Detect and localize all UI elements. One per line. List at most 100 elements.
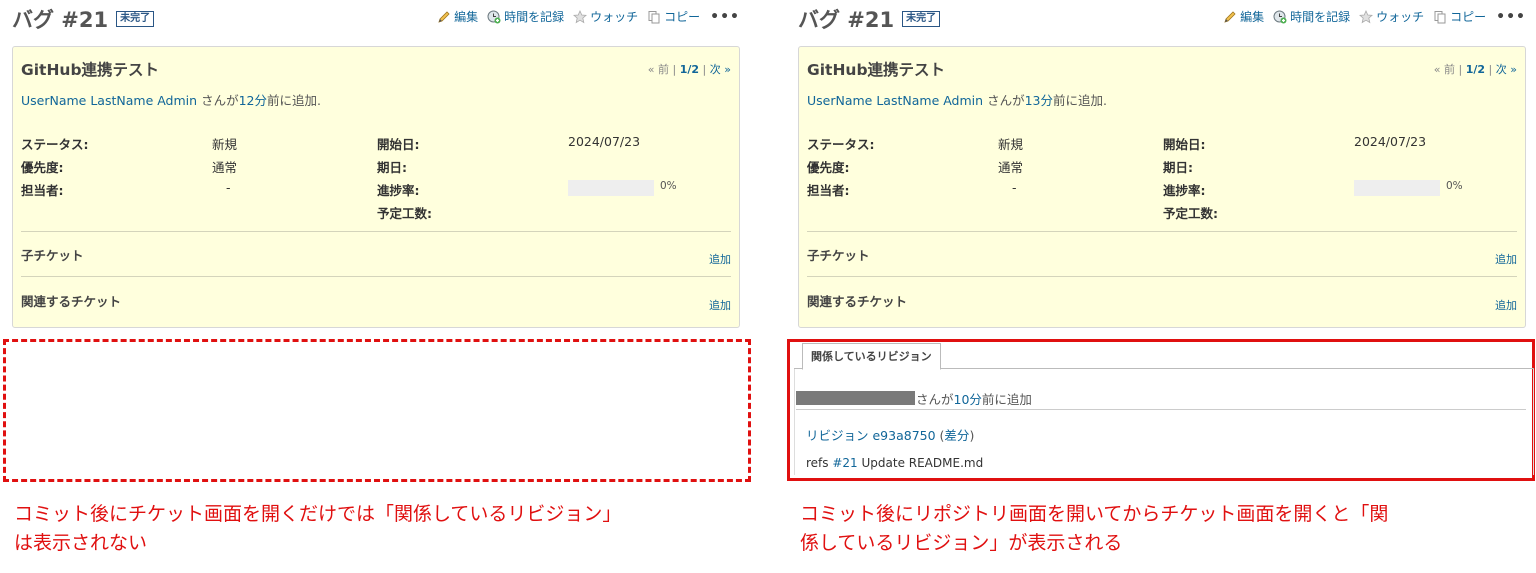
issue-details: GitHub連携テスト « 前 | 1/2 | 次 » UserName Las… <box>12 46 740 328</box>
prev-next-nav: « 前 | 1/2 | 次 » <box>1434 61 1517 77</box>
commit-message: refs #21 Update README.md <box>806 456 983 470</box>
san-ga-text: さんが <box>916 392 954 407</box>
watch-label: ウォッチ <box>1376 10 1425 24</box>
diff-link[interactable]: 差分 <box>944 428 969 443</box>
related-heading: 関連するチケット <box>21 294 122 309</box>
edit-label: 編集 <box>1240 10 1265 24</box>
san-ga-text: さんが <box>987 93 1025 108</box>
watch-button[interactable]: ウォッチ <box>573 8 638 25</box>
add-related-link[interactable]: 追加 <box>709 297 731 313</box>
log-time-label: 時間を記録 <box>504 10 565 24</box>
prev-next-nav: « 前 | 1/2 | 次 » <box>648 61 731 77</box>
issue-toolbar: 編集 時間を記録 ウォッチ コピー ••• <box>1214 8 1526 25</box>
issue-subject: GitHub連携テスト <box>807 61 946 79</box>
start-date-label: 開始日: <box>1163 137 1206 152</box>
author-link[interactable]: UserName LastName Admin <box>21 93 197 108</box>
page-counter: 1/2 <box>679 63 700 76</box>
subtasks-heading: 子チケット <box>807 248 870 263</box>
star-icon <box>573 9 588 23</box>
revision-id: e93a8750 <box>872 428 936 443</box>
copy-button[interactable]: コピー <box>647 8 700 25</box>
revision-prefix: リビジョン <box>806 428 873 443</box>
revision-meta: さんが10分前に追加 <box>916 389 1032 408</box>
log-time-button[interactable]: 時間を記録 <box>487 8 564 25</box>
start-date-value: 2024/07/23 <box>568 134 641 149</box>
issue-header: バグ #21 未完了 <box>798 6 941 32</box>
redacted-author <box>796 391 915 405</box>
copy-label: コピー <box>664 10 701 24</box>
edit-button[interactable]: 編集 <box>1223 8 1264 25</box>
status-value: 新規 <box>998 137 1024 152</box>
revision-link[interactable]: リビジョン e93a8750 <box>806 428 936 443</box>
time-ago-link[interactable]: 13分 <box>1025 93 1053 108</box>
right-caption: コミット後にリポジトリ画面を開いてからチケット画面を開くと「関 係しているリビジ… <box>800 503 1389 554</box>
status-value: 新規 <box>212 137 238 152</box>
issue-toolbar: 編集 時間を記録 ウォッチ コピー ••• <box>428 8 740 25</box>
priority-value: 通常 <box>212 160 238 175</box>
time-ago-link[interactable]: 12分 <box>239 93 267 108</box>
left-panel: バグ #21 未完了 編集 時間を記録 ウォッチ コピー ••• GitHub連… <box>0 0 752 573</box>
estimated-label: 予定工数: <box>1163 206 1218 221</box>
start-date-value: 2024/07/23 <box>1354 134 1427 149</box>
star-icon <box>1359 9 1374 23</box>
add-related-link[interactable]: 追加 <box>1495 297 1517 313</box>
divider <box>807 231 1517 232</box>
assignee-label: 担当者: <box>807 183 850 198</box>
nav-separator: | <box>1488 63 1493 76</box>
time-ago-link[interactable]: 10分 <box>954 392 982 407</box>
added-text: 前に追加. <box>266 93 321 108</box>
assignee-value: - <box>1012 180 1017 195</box>
progress-bar <box>568 180 654 196</box>
nav-separator: | <box>1458 63 1463 76</box>
start-date-label: 開始日: <box>377 137 420 152</box>
issue-title: バグ #21 <box>12 8 109 32</box>
issue-details: GitHub連携テスト « 前 | 1/2 | 次 » UserName Las… <box>798 46 1526 328</box>
done-ratio-label: 進捗率: <box>1163 183 1206 198</box>
edit-button[interactable]: 編集 <box>437 8 478 25</box>
status-label: ステータス: <box>807 137 875 152</box>
due-date-label: 期日: <box>1163 160 1193 175</box>
author-link[interactable]: UserName LastName Admin <box>807 93 983 108</box>
subtasks-heading: 子チケット <box>21 248 84 263</box>
issue-header: バグ #21 未完了 <box>12 6 155 32</box>
assignee-label: 担当者: <box>21 183 64 198</box>
add-subtask-link[interactable]: 追加 <box>1495 251 1517 267</box>
copy-button[interactable]: コピー <box>1433 8 1486 25</box>
prev-link[interactable]: « 前 <box>1434 63 1455 76</box>
more-icon[interactable]: ••• <box>1496 9 1526 25</box>
next-link[interactable]: 次 » <box>710 63 731 76</box>
assignee-value: - <box>226 180 231 195</box>
tab-related-revisions[interactable]: 関係しているリビジョン <box>802 343 941 370</box>
pencil-icon <box>1224 10 1236 23</box>
right-panel: バグ #21 未完了 編集 時間を記録 ウォッチ コピー ••• GitHub連… <box>786 0 1536 573</box>
divider <box>796 409 1526 410</box>
priority-label: 優先度: <box>21 160 64 175</box>
priority-value: 通常 <box>998 160 1024 175</box>
issue-subject: GitHub連携テスト <box>21 61 160 79</box>
pencil-icon <box>438 10 450 23</box>
progress-percent: 0% <box>660 180 677 192</box>
edit-label: 編集 <box>454 10 479 24</box>
next-link[interactable]: 次 » <box>1496 63 1517 76</box>
due-date-label: 期日: <box>377 160 407 175</box>
msg-prefix: refs <box>806 456 833 470</box>
prev-link[interactable]: « 前 <box>648 63 669 76</box>
progress-percent: 0% <box>1446 180 1463 192</box>
copy-icon <box>1434 10 1446 23</box>
issue-ref-link[interactable]: #21 <box>832 456 857 470</box>
log-time-button[interactable]: 時間を記録 <box>1273 8 1350 25</box>
clock-add-icon <box>487 10 501 23</box>
copy-icon <box>648 10 660 23</box>
diff-close: ) <box>969 428 975 443</box>
add-subtask-link[interactable]: 追加 <box>709 251 731 267</box>
more-icon[interactable]: ••• <box>710 9 740 25</box>
divider <box>21 276 731 277</box>
related-heading: 関連するチケット <box>807 294 908 309</box>
author-line: UserName LastName Admin さんが12分前に追加. <box>21 90 321 109</box>
missing-revisions-highlight <box>3 339 751 482</box>
clock-add-icon <box>1273 10 1287 23</box>
status-badge: 未完了 <box>116 11 155 27</box>
left-caption: コミット後にチケット画面を開くだけでは「関係しているリビジョン」 は表示されない <box>14 503 622 554</box>
watch-button[interactable]: ウォッチ <box>1359 8 1424 25</box>
san-ga-text: さんが <box>201 93 239 108</box>
